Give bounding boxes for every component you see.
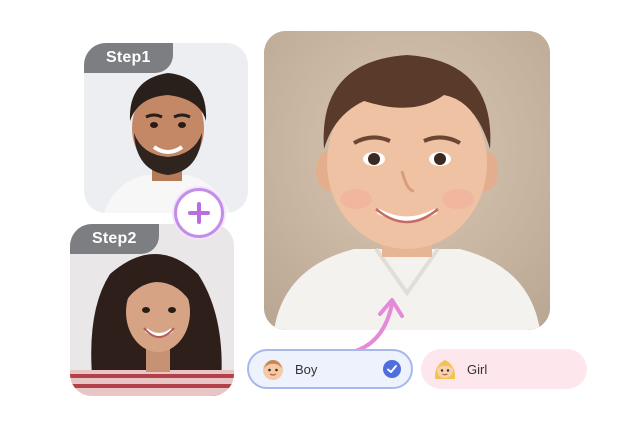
result-child-photo-card [264,31,550,330]
girl-option-button[interactable]: Girl [421,349,587,389]
boy-option-button[interactable]: Boy [247,349,413,389]
step1-label: Step1 [84,43,173,73]
checkmark-icon [387,365,397,373]
boy-option-label: Boy [295,361,318,377]
plus-icon [188,202,210,224]
child-portrait-image [264,31,550,330]
step2-label: Step2 [70,224,159,254]
girl-option-label: Girl [467,361,488,377]
plus-button[interactable] [174,188,224,238]
step1-photo-card[interactable]: Step1 [84,43,248,213]
selected-check-badge [383,360,401,378]
baby-girl-emoji-icon [434,360,456,379]
baby-boy-emoji-icon [263,360,283,380]
step2-photo-card[interactable]: Step2 [70,224,234,396]
